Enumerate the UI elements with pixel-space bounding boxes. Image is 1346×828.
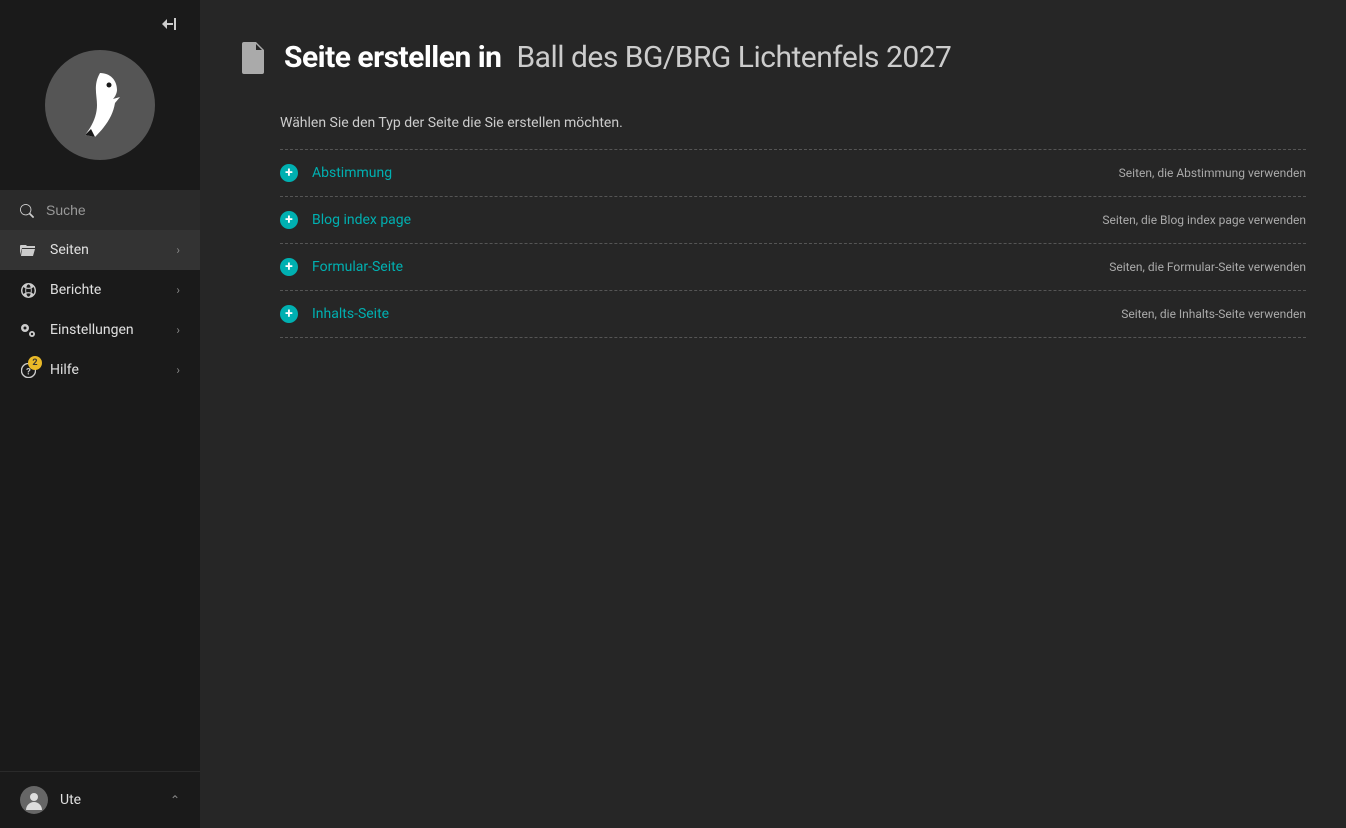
nav-label: Einstellungen — [50, 322, 162, 338]
page-type-row: + Formular-Seite Seiten, die Formular-Se… — [280, 244, 1306, 291]
search-icon — [20, 203, 34, 217]
search-input[interactable] — [46, 202, 180, 218]
main-content: Seite erstellen in Ball des BG/BRG Licht… — [200, 0, 1346, 828]
page-header: Seite erstellen in Ball des BG/BRG Licht… — [240, 40, 1306, 75]
notification-badge: 2 — [28, 356, 42, 370]
sidebar-item-help[interactable]: 2 ? Hilfe › — [0, 350, 200, 390]
sidebar-item-settings[interactable]: Einstellungen › — [0, 310, 200, 350]
user-name: Ute — [60, 792, 158, 808]
page-type-usage-link[interactable]: Seiten, die Formular-Seite verwenden — [1109, 260, 1306, 274]
page-type-row: + Inhalts-Seite Seiten, die Inhalts-Seit… — [280, 291, 1306, 338]
title-prefix: Seite erstellen in — [284, 40, 501, 75]
plus-icon: + — [280, 164, 298, 182]
page-type-link[interactable]: Inhalts-Seite — [312, 306, 1107, 322]
nav-label: Berichte — [50, 282, 162, 298]
wagtail-logo — [45, 50, 155, 160]
page-type-usage-link[interactable]: Seiten, die Blog index page verwenden — [1102, 213, 1306, 227]
sidebar-item-pages[interactable]: Seiten › — [0, 230, 200, 270]
chevron-right-icon: › — [176, 363, 180, 377]
chevron-right-icon: › — [176, 283, 180, 297]
document-icon — [240, 42, 266, 74]
page-type-link[interactable]: Blog index page — [312, 212, 1088, 228]
sidebar: Seiten › Berichte › Einstellungen › 2 — [0, 0, 200, 828]
nav-label: Hilfe — [50, 362, 162, 378]
plus-icon: + — [280, 258, 298, 276]
user-menu[interactable]: Ute ⌃ — [0, 771, 200, 828]
cogs-icon — [20, 322, 36, 338]
collapse-sidebar-button[interactable] — [162, 18, 176, 34]
search-box[interactable] — [0, 190, 200, 230]
folder-open-icon — [20, 242, 36, 258]
chevron-up-icon: ⌃ — [170, 793, 180, 807]
main-nav: Seiten › Berichte › Einstellungen › 2 — [0, 230, 200, 771]
page-title: Seite erstellen in Ball des BG/BRG Licht… — [284, 40, 951, 75]
avatar — [20, 786, 48, 814]
chevron-right-icon: › — [176, 323, 180, 337]
helper-text: Wählen Sie den Typ der Seite die Sie ers… — [280, 115, 1306, 131]
plus-icon: + — [280, 305, 298, 323]
page-type-link[interactable]: Abstimmung — [312, 165, 1105, 181]
page-type-row: + Blog index page Seiten, die Blog index… — [280, 197, 1306, 244]
page-type-usage-link[interactable]: Seiten, die Abstimmung verwenden — [1119, 166, 1306, 180]
sidebar-item-reports[interactable]: Berichte › — [0, 270, 200, 310]
globe-icon — [20, 282, 36, 298]
content-body: Wählen Sie den Typ der Seite die Sie ers… — [240, 115, 1306, 338]
page-type-row: + Abstimmung Seiten, die Abstimmung verw… — [280, 150, 1306, 197]
page-type-list: + Abstimmung Seiten, die Abstimmung verw… — [280, 149, 1306, 338]
page-type-usage-link[interactable]: Seiten, die Inhalts-Seite verwenden — [1121, 307, 1306, 321]
parent-page-name: Ball des BG/BRG Lichtenfels 2027 — [516, 40, 951, 75]
nav-label: Seiten — [50, 242, 162, 258]
page-type-link[interactable]: Formular-Seite — [312, 259, 1095, 275]
plus-icon: + — [280, 211, 298, 229]
chevron-right-icon: › — [176, 243, 180, 257]
